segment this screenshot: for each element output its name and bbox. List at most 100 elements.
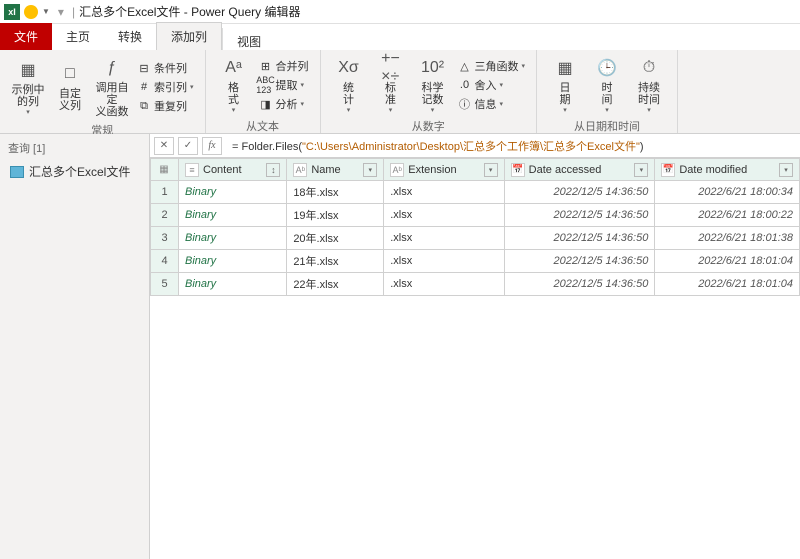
text-type-icon: Aᵇ [293, 163, 307, 177]
cell-accessed[interactable]: 2022/12/5 14:36:50 [504, 204, 655, 227]
face-icon[interactable] [24, 5, 38, 19]
cell-modified[interactable]: 2022/6/21 18:01:04 [655, 250, 800, 273]
formula-input[interactable]: = Folder.Files("C:\Users\Administrator\D… [226, 136, 796, 156]
row-number: 3 [151, 227, 179, 250]
format-icon: Aᵃ [222, 56, 246, 80]
date-button[interactable]: ▦日期▾ [545, 54, 585, 116]
qat-dropdown-icon[interactable]: ▼ [42, 7, 50, 16]
index-icon: # [137, 80, 151, 94]
row-number: 5 [151, 273, 179, 296]
filter-icon[interactable]: ▾ [484, 163, 498, 177]
cell-extension[interactable]: .xlsx [384, 273, 504, 296]
cell-accessed[interactable]: 2022/12/5 14:36:50 [504, 273, 655, 296]
cell-name[interactable]: 20年.xlsx [287, 227, 384, 250]
cell-modified[interactable]: 2022/6/21 18:01:04 [655, 273, 800, 296]
duration-button[interactable]: ⏱持续时间▾ [629, 54, 669, 116]
tab-transform[interactable]: 转换 [104, 23, 156, 50]
custom-column-button[interactable]: □自定义列 [50, 54, 90, 120]
cell-content[interactable]: Binary [179, 250, 287, 273]
cell-extension[interactable]: .xlsx [384, 250, 504, 273]
formula-bar: ✕ ✓ fx = Folder.Files("C:\Users\Administ… [150, 134, 800, 158]
column-header-extension[interactable]: AᵇExtension▾ [384, 159, 504, 181]
rounding-button[interactable]: .0舍入▾ [455, 76, 529, 94]
filter-icon[interactable]: ▾ [634, 163, 648, 177]
table-icon [10, 166, 24, 178]
cell-modified[interactable]: 2022/6/21 18:00:34 [655, 181, 800, 204]
tab-view[interactable]: 视图 [222, 28, 275, 50]
cell-name[interactable]: 18年.xlsx [287, 181, 384, 204]
parse-button[interactable]: ◨分析▾ [256, 95, 312, 113]
table-row[interactable]: 2Binary19年.xlsx.xlsx2022/12/5 14:36:5020… [151, 204, 800, 227]
column-icon: ▦ [16, 58, 40, 82]
corner-cell[interactable]: ▦ [151, 159, 179, 181]
scientific-button[interactable]: 10²科学记数▾ [413, 54, 453, 116]
conditional-column-button[interactable]: ⊟条件列 [134, 59, 197, 77]
index-column-button[interactable]: #索引列▾ [134, 78, 197, 96]
ribbon: ▦示例中的列▾ □自定义列 ƒ调用自定义函数 ⊟条件列 #索引列▾ ⧉重复列 常… [0, 50, 800, 134]
data-table: ▦ ≡Content↕ AᵇName▾ AᵇExtension▾ 📅Date a… [150, 158, 800, 296]
group-label: 从数字 [329, 116, 529, 134]
table-row[interactable]: 5Binary22年.xlsx.xlsx2022/12/5 14:36:5020… [151, 273, 800, 296]
cell-content[interactable]: Binary [179, 204, 287, 227]
row-number: 2 [151, 204, 179, 227]
cell-name[interactable]: 21年.xlsx [287, 250, 384, 273]
info-icon: ⓘ [458, 97, 472, 111]
cell-accessed[interactable]: 2022/12/5 14:36:50 [504, 227, 655, 250]
column-header-accessed[interactable]: 📅Date accessed▾ [504, 159, 655, 181]
ribbon-tabs: 文件 主页 转换 添加列 视图 [0, 24, 800, 50]
fx-icon[interactable]: fx [202, 137, 222, 155]
column-header-name[interactable]: AᵇName▾ [287, 159, 384, 181]
group-general: ▦示例中的列▾ □自定义列 ƒ调用自定义函数 ⊟条件列 #索引列▾ ⧉重复列 常… [0, 50, 206, 133]
tab-file[interactable]: 文件 [0, 23, 52, 50]
invoke-function-button[interactable]: ƒ调用自定义函数 [92, 54, 132, 120]
table-row[interactable]: 3Binary20年.xlsx.xlsx2022/12/5 14:36:5020… [151, 227, 800, 250]
duplicate-column-button[interactable]: ⧉重复列 [134, 97, 197, 115]
cell-modified[interactable]: 2022/6/21 18:00:22 [655, 204, 800, 227]
cell-content[interactable]: Binary [179, 181, 287, 204]
filter-icon[interactable]: ▾ [363, 163, 377, 177]
trig-button[interactable]: △三角函数▾ [455, 57, 529, 75]
cell-extension[interactable]: .xlsx [384, 227, 504, 250]
cell-modified[interactable]: 2022/6/21 18:01:38 [655, 227, 800, 250]
format-button[interactable]: Aᵃ格式▾ [214, 54, 254, 116]
excel-icon: xI [4, 4, 20, 20]
query-item[interactable]: 汇总多个Excel文件 [8, 160, 141, 183]
confirm-button[interactable]: ✓ [178, 137, 198, 155]
cell-extension[interactable]: .xlsx [384, 181, 504, 204]
column-header-modified[interactable]: 📅Date modified▾ [655, 159, 800, 181]
expand-icon[interactable]: ↕ [266, 163, 280, 177]
extract-button[interactable]: ABC123提取▾ [256, 76, 312, 94]
time-button[interactable]: 🕒时间▾ [587, 54, 627, 116]
table-row[interactable]: 4Binary21年.xlsx.xlsx2022/12/5 14:36:5020… [151, 250, 800, 273]
tab-add-column[interactable]: 添加列 [156, 22, 222, 50]
condition-icon: ⊟ [137, 61, 151, 75]
cell-name[interactable]: 22年.xlsx [287, 273, 384, 296]
column-from-examples-button[interactable]: ▦示例中的列▾ [8, 54, 48, 120]
row-number: 4 [151, 250, 179, 273]
cell-content[interactable]: Binary [179, 227, 287, 250]
table-row[interactable]: 1Binary18年.xlsx.xlsx2022/12/5 14:36:5020… [151, 181, 800, 204]
merge-columns-button[interactable]: ⊞合并列 [256, 57, 312, 75]
parse-icon: ◨ [259, 97, 273, 111]
cell-content[interactable]: Binary [179, 273, 287, 296]
group-label: 从文本 [214, 116, 312, 134]
standard-button[interactable]: +−×÷标准▾ [371, 54, 411, 116]
cancel-button[interactable]: ✕ [154, 137, 174, 155]
table-icon: ▦ [157, 163, 171, 177]
cell-accessed[interactable]: 2022/12/5 14:36:50 [504, 181, 655, 204]
statistics-button[interactable]: Xσ统计▾ [329, 54, 369, 116]
cell-accessed[interactable]: 2022/12/5 14:36:50 [504, 250, 655, 273]
time-icon: 🕒 [595, 56, 619, 80]
column-header-content[interactable]: ≡Content↕ [179, 159, 287, 181]
cell-name[interactable]: 19年.xlsx [287, 204, 384, 227]
tab-home[interactable]: 主页 [52, 23, 104, 50]
cell-extension[interactable]: .xlsx [384, 204, 504, 227]
binary-type-icon: ≡ [185, 163, 199, 177]
group-label: 从日期和时间 [545, 116, 669, 134]
data-grid[interactable]: ▦ ≡Content↕ AᵇName▾ AᵇExtension▾ 📅Date a… [150, 158, 800, 559]
row-number: 1 [151, 181, 179, 204]
info-button[interactable]: ⓘ信息▾ [455, 95, 529, 113]
window-title: 汇总多个Excel文件 - Power Query 编辑器 [79, 3, 300, 20]
main-area: ✕ ✓ fx = Folder.Files("C:\Users\Administ… [150, 134, 800, 559]
filter-icon[interactable]: ▾ [779, 163, 793, 177]
